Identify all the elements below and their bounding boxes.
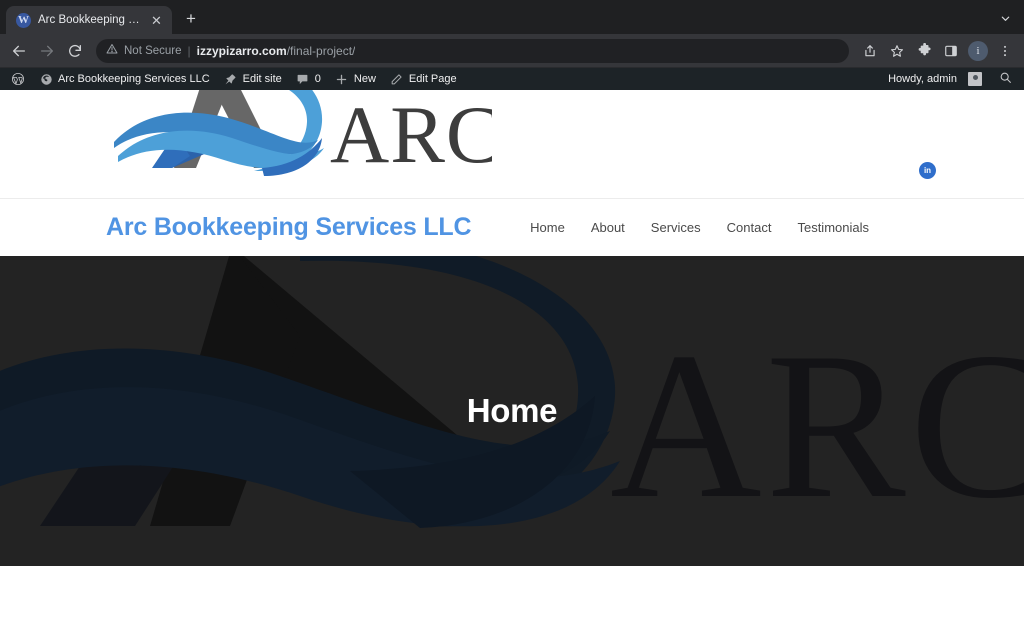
comment-bubble-icon — [296, 72, 310, 86]
wordpress-icon: W — [16, 12, 31, 28]
omnibox-divider: | — [187, 43, 191, 58]
site-title[interactable]: Arc Bookkeeping Services LLC — [106, 213, 472, 242]
nav-item-contact[interactable]: Contact — [727, 220, 772, 235]
admin-bar-item-comments[interactable]: 0 — [289, 68, 328, 90]
hero-banner: ARC Home — [0, 256, 1024, 566]
security-status-label: Not Secure — [124, 44, 182, 57]
star-icon[interactable] — [884, 38, 910, 64]
admin-bar-right: Howdy, admin — [881, 68, 1024, 90]
admin-bar-item-site[interactable]: Arc Bookkeeping Services LLC — [32, 68, 217, 90]
browser-tab[interactable]: W Arc Bookkeeping Services LLC ✕ — [6, 6, 172, 34]
admin-bar-item-edit-site[interactable]: Edit site — [217, 68, 289, 90]
pencil-edit-page-icon — [390, 72, 404, 86]
search-icon[interactable] — [989, 71, 1020, 87]
admin-bar-item-edit-page[interactable]: Edit Page — [383, 68, 464, 90]
admin-bar-comment-count: 0 — [314, 73, 321, 85]
wordpress-admin-bar: Arc Bookkeeping Services LLC Edit site 0… — [0, 68, 1024, 90]
site-navbar: Arc Bookkeeping Services LLC Home About … — [0, 198, 1024, 256]
warning-triangle-icon — [106, 43, 118, 58]
avatar-head — [972, 75, 978, 80]
new-tab-button[interactable]: + — [178, 6, 204, 32]
profile-letter: i — [968, 40, 988, 61]
admin-bar-new-label: New — [353, 73, 376, 85]
back-icon[interactable] — [6, 38, 32, 64]
linkedin-icon[interactable]: in — [919, 162, 936, 179]
reload-icon[interactable] — [62, 38, 88, 64]
tab-strip: W Arc Bookkeeping Services LLC ✕ + — [0, 0, 1024, 34]
share-icon[interactable] — [857, 38, 883, 64]
nav-item-testimonials[interactable]: Testimonials — [797, 220, 869, 235]
admin-bar-edit-site-label: Edit site — [242, 73, 282, 85]
wordpress-logo-glyph — [11, 72, 25, 86]
admin-bar-site-label: Arc Bookkeeping Services LLC — [58, 73, 210, 85]
browser-toolbar: Not Secure | izzypizarro.com/final-proje… — [0, 34, 1024, 68]
nav-item-about[interactable]: About — [591, 220, 625, 235]
url-host: izzypizarro.com — [196, 43, 287, 58]
logo-wordmark: ARC — [330, 90, 492, 180]
forward-icon — [34, 38, 60, 64]
profile-avatar-icon[interactable]: i — [965, 38, 991, 64]
toolbar-actions: i — [857, 38, 1018, 64]
linkedin-label: in — [923, 166, 932, 175]
kebab-menu-icon[interactable] — [992, 38, 1018, 64]
primary-navigation: Home About Services Contact Testimonials — [530, 220, 984, 235]
plus-new-icon — [335, 72, 349, 86]
page-body: tatement/ what Arc Bookkeeping does. — [0, 566, 1024, 640]
nav-item-services[interactable]: Services — [651, 220, 701, 235]
user-avatar-icon — [968, 72, 982, 86]
browser-window: W Arc Bookkeeping Services LLC ✕ + — [0, 0, 1024, 640]
site-logo[interactable]: ARC — [112, 90, 492, 198]
site-logo-band: ARC in — [0, 90, 1024, 198]
admin-bar-greeting[interactable]: Howdy, admin — [881, 68, 989, 90]
chevron-down-icon[interactable] — [992, 5, 1018, 31]
greeting-label: Howdy, admin — [888, 73, 957, 85]
side-panel-icon[interactable] — [938, 38, 964, 64]
nav-item-home[interactable]: Home — [530, 220, 565, 235]
pin-edit-site-icon — [224, 72, 238, 86]
page-title: Home — [466, 392, 558, 429]
address-bar[interactable]: Not Secure | izzypizarro.com/final-proje… — [96, 38, 849, 63]
arc-logo-graphic: ARC — [114, 90, 492, 180]
puzzle-piece-icon[interactable] — [911, 38, 937, 64]
close-icon[interactable]: ✕ — [149, 13, 164, 28]
tab-title: Arc Bookkeeping Services LLC — [38, 14, 142, 26]
admin-bar-edit-page-label: Edit Page — [408, 73, 457, 85]
url-text: izzypizarro.com/final-project/ — [197, 44, 356, 58]
url-path: /final-project/ — [286, 43, 356, 58]
site-dashboard-icon — [39, 72, 53, 86]
site-content: ARC in Arc Bookkeeping Services LLC Home… — [0, 90, 1024, 640]
admin-bar-item-new[interactable]: New — [328, 68, 383, 90]
wordpress-logo-icon[interactable] — [4, 68, 32, 90]
